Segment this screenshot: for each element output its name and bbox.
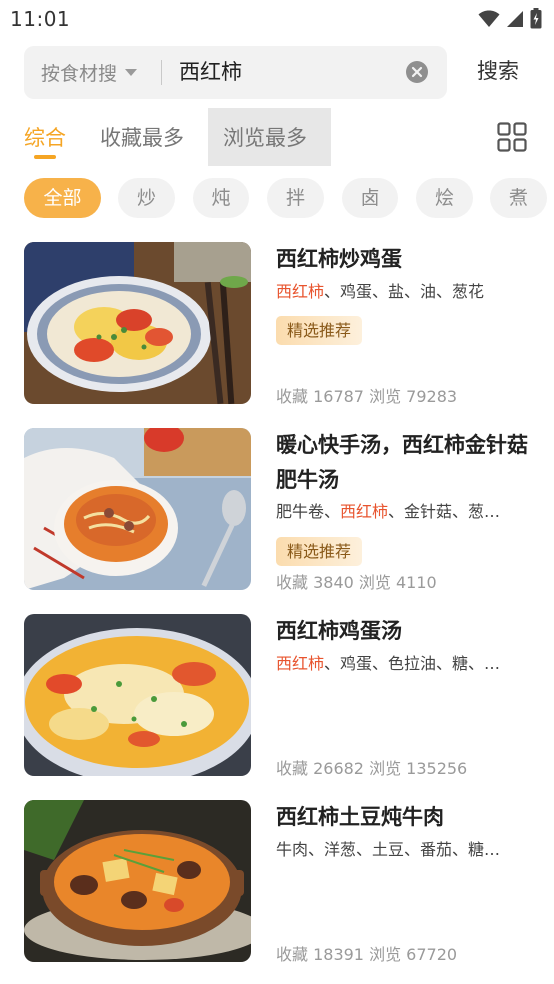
recipe-ingredients: 西红柿、鸡蛋、盐、油、葱花 — [276, 280, 536, 304]
grid-view-icon[interactable] — [497, 122, 527, 152]
status-time: 11:01 — [10, 7, 71, 31]
recipe-image — [24, 428, 251, 590]
featured-badge: 精选推荐 — [276, 537, 363, 566]
ingredient-highlight: 西红柿 — [340, 502, 389, 521]
category-chip-stir-fry[interactable]: 炒 — [118, 178, 175, 218]
recipe-stats: 收藏 16787 浏览 79283 — [276, 387, 458, 406]
signal-icon — [507, 10, 523, 27]
recipe-item[interactable]: 西红柿土豆炖牛肉 牛肉、洋葱、土豆、番茄、糖… 收藏 18391 浏览 6772… — [0, 800, 554, 970]
recipe-stats: 收藏 26682 浏览 135256 — [276, 759, 468, 778]
ingredient-highlight: 西红柿 — [276, 654, 325, 673]
ingredient-rest: 、金针菇、葱… — [388, 502, 501, 521]
ingredient-highlight: 西红柿 — [276, 282, 325, 301]
status-bar: 11:01 — [0, 0, 554, 38]
recipe-title: 西红柿土豆炖牛肉 — [276, 805, 444, 829]
search-divider — [161, 60, 162, 85]
category-chip-mix[interactable]: 拌 — [267, 178, 324, 218]
tab-most-viewed[interactable]: 浏览最多 — [223, 112, 307, 164]
recipe-image — [24, 800, 251, 962]
category-chip-braise[interactable]: 卤 — [342, 178, 398, 218]
recipe-stats: 收藏 3840 浏览 4110 — [276, 573, 437, 592]
status-icons — [478, 8, 542, 29]
search-box: 按食材搜 西红柿 — [24, 46, 447, 99]
search-filter-label: 按食材搜 — [41, 63, 118, 85]
tab-most-favorited[interactable]: 收藏最多 — [100, 112, 184, 164]
caret-down-icon — [125, 69, 138, 76]
recipe-ingredients: 肥牛卷、西红柿、金针菇、葱… — [276, 500, 536, 524]
recipe-title: 暖心快手汤，西红柿金针菇肥牛汤 — [276, 433, 528, 492]
category-chip-all[interactable]: 全部 — [24, 178, 101, 218]
recipe-ingredients: 西红柿、鸡蛋、色拉油、糖、… — [276, 652, 536, 676]
featured-badge: 精选推荐 — [276, 316, 363, 345]
category-chip-boil[interactable]: 煮 — [490, 178, 547, 218]
clear-icon[interactable] — [405, 60, 429, 84]
recipe-stats: 收藏 18391 浏览 67720 — [276, 945, 458, 964]
ingredient-rest: 、鸡蛋、色拉油、糖、… — [324, 654, 501, 673]
battery-icon — [530, 8, 542, 29]
ingredient-rest: 、鸡蛋、盐、油、葱花 — [324, 282, 485, 301]
recipe-item[interactable]: 西红柿炒鸡蛋 西红柿、鸡蛋、盐、油、葱花 精选推荐 收藏 16787 浏览 79… — [0, 242, 554, 412]
search-button[interactable]: 搜索 — [477, 55, 519, 85]
recipe-item[interactable]: 暖心快手汤，西红柿金针菇肥牛汤 肥牛卷、西红柿、金针菇、葱… 精选推荐 收藏 3… — [0, 428, 554, 598]
recipe-image — [24, 242, 251, 404]
tab-indicator — [34, 155, 56, 159]
recipe-item[interactable]: 西红柿鸡蛋汤 西红柿、鸡蛋、色拉油、糖、… 收藏 26682 浏览 135256 — [0, 614, 554, 784]
search-input[interactable]: 西红柿 — [179, 46, 242, 99]
recipe-ingredients: 牛肉、洋葱、土豆、番茄、糖… — [276, 840, 501, 859]
recipe-title: 西红柿鸡蛋汤 — [276, 619, 402, 643]
category-chip-stew[interactable]: 炖 — [193, 178, 249, 218]
search-filter-dropdown[interactable]: 按食材搜 — [41, 46, 138, 99]
recipe-title: 西红柿炒鸡蛋 — [276, 247, 402, 271]
recipe-image — [24, 614, 251, 776]
ingredient-prefix: 肥牛卷、 — [276, 502, 341, 521]
category-chip-thick-stew[interactable]: 烩 — [416, 178, 473, 218]
wifi-icon — [478, 10, 500, 27]
